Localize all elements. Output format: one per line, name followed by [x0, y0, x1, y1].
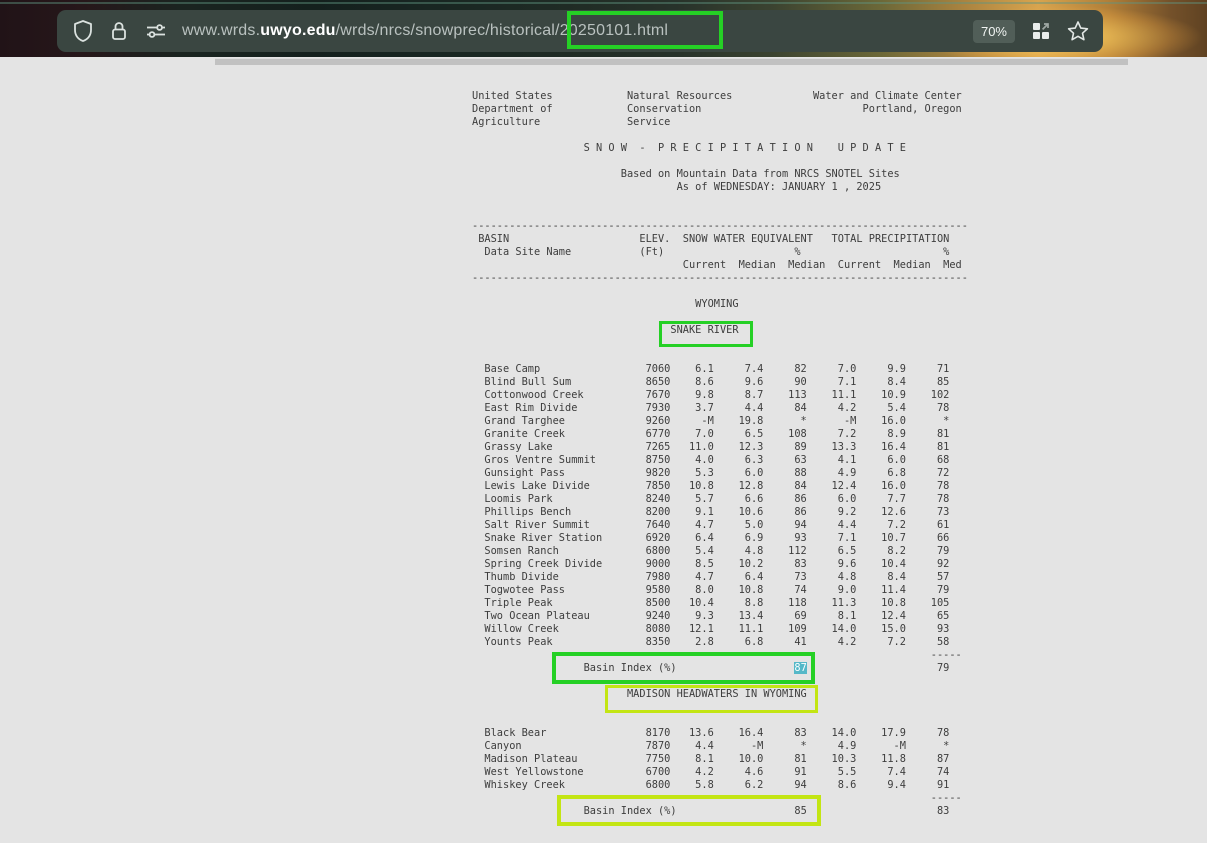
zoom-level-badge[interactable]: 70% — [973, 20, 1015, 43]
report-line: Loomis Park 8240 5.7 6.6 86 6.0 7.7 78 — [472, 493, 968, 506]
url-prefix: www.wrds. — [182, 22, 260, 39]
lock-icon[interactable] — [110, 20, 128, 42]
bookmark-star-icon[interactable] — [1067, 20, 1089, 42]
report-line: MADISON HEADWATERS IN WYOMING — [472, 688, 968, 701]
report-line: Grassy Lake 7265 11.0 12.3 89 13.3 16.4 … — [472, 441, 968, 454]
url-path: /wrds/nrcs/snowprec/historical/20250101.… — [336, 22, 669, 39]
browser-toolbar: www.wrds.uwyo.edu/wrds/nrcs/snowprec/his… — [57, 10, 1103, 52]
report-line: Lewis Lake Divide 7850 10.8 12.8 84 12.4… — [472, 480, 968, 493]
report-line: United States Natural Resources Water an… — [472, 90, 968, 103]
report-line: Department of Conservation Portland, Ore… — [472, 103, 968, 116]
report-line: Triple Peak 8500 10.4 8.8 118 11.3 10.8 … — [472, 597, 968, 610]
report-line: Gros Ventre Summit 8750 4.0 6.3 63 4.1 6… — [472, 454, 968, 467]
shield-icon[interactable] — [73, 20, 93, 42]
report-line: Current Median Median Current Median Med — [472, 259, 968, 272]
report-line: Base Camp 7060 6.1 7.4 82 7.0 9.9 71 — [472, 363, 968, 376]
report-line: Agriculture Service — [472, 116, 968, 129]
report-line: Spring Creek Divide 9000 8.5 10.2 83 9.6… — [472, 558, 968, 571]
report-line: ----------------------------------------… — [472, 272, 968, 285]
report-line: ----- ----- — [472, 649, 968, 662]
report-line: Togwotee Pass 9580 8.0 10.8 74 9.0 11.4 … — [472, 584, 968, 597]
report-line: Data Site Name (Ft) % % — [472, 246, 968, 259]
report-line: Basin Index (%) 85 83 — [472, 805, 968, 818]
report-line: Whiskey Creek 6800 5.8 6.2 94 8.6 9.4 91 — [472, 779, 968, 792]
report-line — [472, 194, 968, 207]
report-line: Basin Index (%) 87 79 — [472, 662, 968, 675]
report-line: Cottonwood Creek 7670 9.8 8.7 113 11.1 1… — [472, 389, 968, 402]
permissions-icon[interactable] — [145, 22, 167, 40]
report-line — [472, 285, 968, 298]
report-line — [472, 129, 968, 142]
squares-arrow-icon[interactable] — [1031, 21, 1051, 41]
report-line: Based on Mountain Data from NRCS SNOTEL … — [472, 168, 968, 181]
report-line: ----- ----- — [472, 792, 968, 805]
report-line: S N O W - P R E C I P I T A T I O N U P … — [472, 142, 968, 155]
page-top-divider — [215, 58, 1128, 65]
report-line: ----------------------------------------… — [472, 220, 968, 233]
report-line: WYOMING — [472, 298, 968, 311]
report-line: BASIN ELEV. SNOW WATER EQUIVALENT TOTAL … — [472, 233, 968, 246]
report-line — [472, 701, 968, 714]
report-line: Granite Creek 6770 7.0 6.5 108 7.2 8.9 8… — [472, 428, 968, 441]
report-line: Madison Plateau 7750 8.1 10.0 81 10.3 11… — [472, 753, 968, 766]
report-line: Black Bear 8170 13.6 16.4 83 14.0 17.9 7… — [472, 727, 968, 740]
url-bar[interactable]: www.wrds.uwyo.edu/wrds/nrcs/snowprec/his… — [182, 22, 973, 40]
report-line — [472, 350, 968, 363]
report-line: As of WEDNESDAY: JANUARY 1 , 2025 — [472, 181, 968, 194]
report-line: Two Ocean Plateau 9240 9.3 13.4 69 8.1 1… — [472, 610, 968, 623]
report-line — [472, 337, 968, 350]
report-line: Younts Peak 8350 2.8 6.8 41 4.2 7.2 58 — [472, 636, 968, 649]
report-line: Somsen Ranch 6800 5.4 4.8 112 6.5 8.2 79 — [472, 545, 968, 558]
report-line: Phillips Bench 8200 9.1 10.6 86 9.2 12.6… — [472, 506, 968, 519]
report-line: Gunsight Pass 9820 5.3 6.0 88 4.9 6.8 72 — [472, 467, 968, 480]
report-line: SNAKE RIVER — [472, 324, 968, 337]
report-line: Willow Creek 8080 12.1 11.1 109 14.0 15.… — [472, 623, 968, 636]
report-line — [472, 311, 968, 324]
report-line: Blind Bull Sum 8650 8.6 9.6 90 7.1 8.4 8… — [472, 376, 968, 389]
report-line: Thumb Divide 7980 4.7 6.4 73 4.8 8.4 57 — [472, 571, 968, 584]
selected-basin-index-value: 87 — [794, 662, 806, 674]
snow-precip-report: United States Natural Resources Water an… — [472, 90, 968, 818]
report-line — [472, 155, 968, 168]
report-line: Snake River Station 6920 6.4 6.9 93 7.1 … — [472, 532, 968, 545]
report-line — [472, 714, 968, 727]
url-domain: uwyo.edu — [260, 22, 335, 39]
report-line — [472, 207, 968, 220]
report-line: Canyon 7870 4.4 -M * 4.9 -M * — [472, 740, 968, 753]
report-line: East Rim Divide 7930 3.7 4.4 84 4.2 5.4 … — [472, 402, 968, 415]
report-line: Grand Targhee 9260 -M 19.8 * -M 16.0 * — [472, 415, 968, 428]
report-line: West Yellowstone 6700 4.2 4.6 91 5.5 7.4… — [472, 766, 968, 779]
web-page: United States Natural Resources Water an… — [0, 57, 1207, 843]
report-line: Salt River Summit 7640 4.7 5.0 94 4.4 7.… — [472, 519, 968, 532]
report-line — [472, 675, 968, 688]
